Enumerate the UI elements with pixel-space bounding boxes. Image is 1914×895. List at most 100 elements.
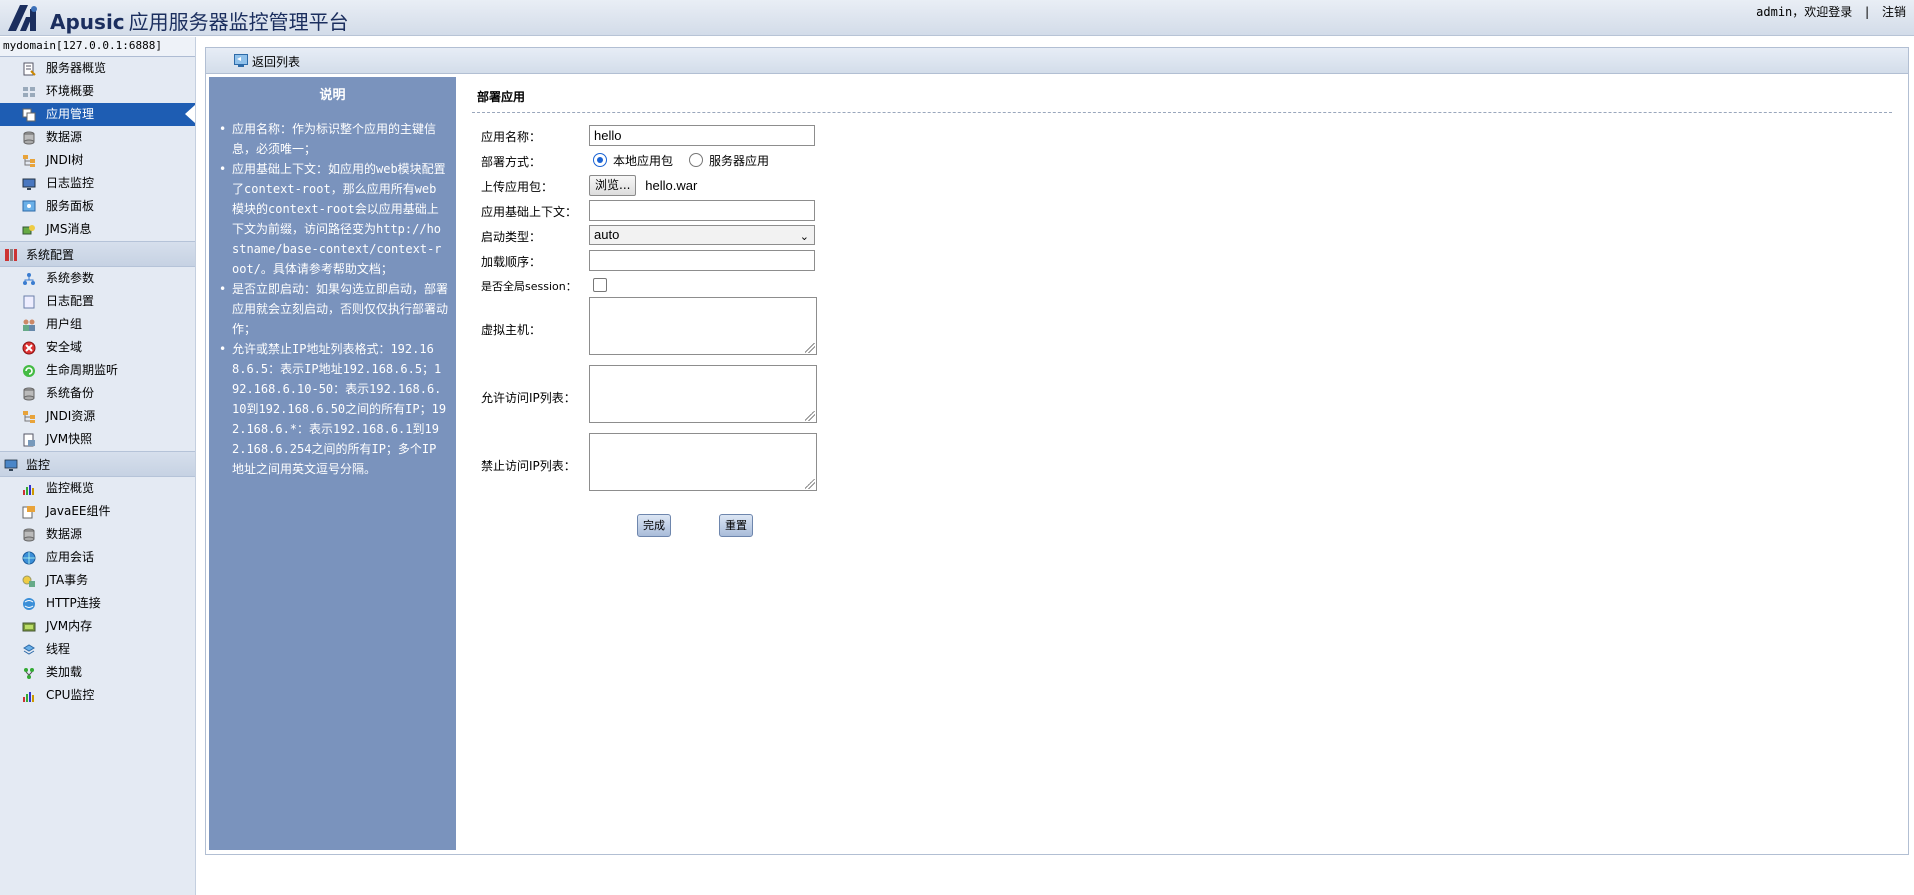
sidebar-item[interactable]: 数据源 [0,523,195,546]
help-item: 允许或禁止IP地址列表格式：192.168.6.5：表示IP地址192.168.… [219,339,448,479]
jndi-tree-icon [23,155,35,167]
allow-ip-textarea[interactable] [589,365,817,423]
upload-row: 上传应用包： 浏览... hello.war [472,173,1892,198]
sidebar-item[interactable]: 服务面板 [0,195,195,218]
classload-icon [24,668,34,679]
sidebar-item[interactable]: CPU监控 [0,684,195,707]
sidebar-item-label: 用户组 [46,317,83,331]
start-type-select[interactable]: auto ⌄ [589,225,815,245]
log-config-icon [23,295,35,309]
sidebar-item[interactable]: 用户组 [0,313,195,336]
sidebar-item-label: JVM快照 [46,432,93,446]
resize-grip-icon[interactable] [805,479,815,489]
logout-link[interactable]: 注销 [1882,5,1906,19]
sidebar-item[interactable]: JNDI树 [0,149,195,172]
sidebar-item-label: 系统备份 [46,386,95,400]
main-panel: 返回列表 说明 应用名称：作为标识整个应用的主键信息，必须唯一； 应用基础上下文… [205,47,1909,855]
app-name-input[interactable]: hello [589,125,815,146]
global-session-label: 是否全局session： [481,280,577,293]
sidebar-group-config[interactable]: 系统配置 [0,241,195,267]
sidebar-item[interactable]: JNDI资源 [0,405,195,428]
app-name-label: 应用名称： [481,130,542,144]
deploy-server-label[interactable]: 服务器应用 [709,152,769,169]
sidebar-item[interactable]: 类加载 [0,661,195,684]
back-label: 返回列表 [252,55,301,69]
sidebar-item[interactable]: JVM快照 [0,428,195,451]
sidebar-group-monitor[interactable]: 监控 [0,451,195,477]
deny-ip-row: 禁止访问IP列表： [472,433,1892,501]
start-type-row: 启动类型： auto ⌄ [472,223,1892,248]
form-buttons: 完成 重置 [472,501,1892,541]
app-manage-icon [22,108,36,122]
sidebar-item[interactable]: 日志配置 [0,290,195,313]
sidebar-item[interactable]: JTA事务 [0,569,195,592]
back-to-list-button[interactable]: 返回列表 [234,53,300,70]
sidebar-item[interactable]: 系统参数 [0,267,195,290]
sidebar-item[interactable]: 安全域 [0,336,195,359]
sidebar-item-label: 日志配置 [46,294,95,308]
sidebar-item-label: CPU监控 [46,688,95,702]
deny-ip-label: 禁止访问IP列表： [481,459,576,473]
resize-grip-icon[interactable] [805,343,815,353]
sidebar-item[interactable]: 环境概要 [0,80,195,103]
context-input[interactable] [589,200,815,221]
vhost-textarea[interactable] [589,297,817,355]
sidebar-item[interactable]: 生命周期监听 [0,359,195,382]
sidebar-item[interactable]: 系统备份 [0,382,195,405]
sidebar-item[interactable]: 应用会话 [0,546,195,569]
sidebar-item[interactable]: JVM内存 [0,615,195,638]
sidebar-item-label: 类加载 [46,665,83,679]
monitor-overview-icon [23,485,34,495]
datasource-icon [23,528,35,542]
sidebar-item[interactable]: JMS消息 [0,218,195,241]
system-params-icon [23,273,35,285]
deploy-mode-label: 部署方式： [481,155,542,169]
sidebar-item[interactable]: 日志监控 [0,172,195,195]
start-type-value: auto [594,227,620,242]
main-toolbar: 返回列表 [206,48,1908,74]
reset-button[interactable]: 重置 [719,514,753,537]
sidebar-item-label: 服务器概览 [46,61,107,75]
help-list: 应用名称：作为标识整个应用的主键信息，必须唯一； 应用基础上下文：如应用的web… [209,119,456,479]
sidebar-item[interactable]: 线程 [0,638,195,661]
sidebar-item-label: 日志监控 [46,176,95,190]
deploy-local-label[interactable]: 本地应用包 [613,152,673,169]
sidebar-item[interactable]: 应用管理 [0,103,195,126]
help-item: 是否立即启动：如果勾选立即启动，部署应用就会立刻启动，否则仅仅执行部署动作； [219,279,448,339]
sidebar-item-label: 系统参数 [46,271,95,285]
submit-button[interactable]: 完成 [637,514,671,537]
config-group-icon [5,249,17,261]
deploy-server-radio[interactable] [689,153,704,167]
security-icon [22,341,36,355]
sidebar-item-label: 安全域 [46,340,83,354]
form-divider [472,112,1892,113]
apusic-logo-icon [8,5,37,31]
jndi-resource-icon [23,411,35,423]
global-session-checkbox[interactable] [593,278,607,292]
deploy-mode-row: 部署方式： 本地应用包 服务器应用 [472,148,1892,173]
session-icon [22,551,36,565]
domain-label[interactable]: mydomain[127.0.0.1:6888] [0,37,195,57]
sidebar-section-config: 系统参数日志配置用户组安全域生命周期监听系统备份 JNDI资源 JVM快照 [0,267,195,451]
deploy-local-radio[interactable] [593,153,607,167]
environment-icon [23,87,35,97]
jms-icon [22,225,35,235]
sidebar-item[interactable]: 服务器概览 [0,57,195,80]
deny-ip-textarea[interactable] [589,433,817,491]
sidebar-item-label: 应用管理 [46,107,95,121]
server-overview-icon [23,62,36,76]
sidebar-item[interactable]: 数据源 [0,126,195,149]
sidebar-item-label: 服务面板 [46,199,95,213]
sidebar-item-label: JNDI资源 [46,409,96,423]
sidebar-item-label: 应用会话 [46,550,95,564]
jta-icon [22,575,35,587]
resize-grip-icon[interactable] [805,411,815,421]
context-row: 应用基础上下文： [472,198,1892,223]
browse-button[interactable]: 浏览... [589,175,637,196]
javaee-icon [22,506,35,519]
log-monitor-icon [22,178,36,190]
load-order-input[interactable] [589,250,815,271]
sidebar-item[interactable]: HTTP连接 [0,592,195,615]
sidebar-item[interactable]: JavaEE组件 [0,500,195,523]
sidebar-item[interactable]: 监控概览 [0,477,195,500]
